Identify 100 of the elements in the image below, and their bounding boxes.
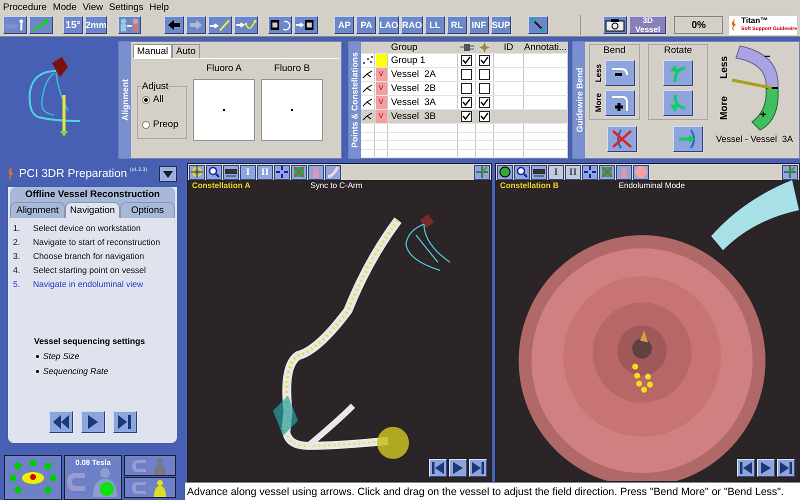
auto-patient-button[interactable] [3,16,27,34]
magnet-body-button[interactable] [124,477,176,498]
view-tool-button[interactable] [633,164,649,180]
checkbox[interactable] [479,83,490,94]
column-header[interactable]: Group [388,42,458,53]
connect-button[interactable] [528,16,548,34]
checkbox[interactable] [479,111,490,122]
view-button[interactable]: RAO [401,16,423,34]
step-item[interactable]: 3. Choose branch for navigation [13,251,172,261]
rewind-button[interactable] [48,411,72,433]
3d-vessel-button[interactable]: 3D Vessel [629,16,666,34]
zoom-button[interactable] [206,164,222,180]
play-button[interactable] [80,411,104,433]
view-tool-button[interactable] [274,164,290,180]
step-item[interactable]: 5. Navigate in endoluminal view [13,279,172,289]
skip-end-button[interactable] [777,459,795,477]
view-tool-button[interactable] [308,164,324,180]
checkbox[interactable] [479,55,490,66]
cancel-button[interactable] [607,126,637,152]
patient-transfer-button[interactable] [118,16,142,34]
view-tool-button[interactable] [616,164,632,180]
view-tool-button[interactable] [291,164,307,180]
view-button[interactable]: LAO [378,16,400,34]
tab[interactable]: Alignment [10,202,65,218]
bend-more-button[interactable] [605,90,635,116]
back-button[interactable] [164,16,184,34]
axis-button[interactable] [782,164,798,180]
tab[interactable]: Auto [172,44,200,58]
step-item[interactable]: 1. Select device on workstation [13,223,172,233]
checkbox[interactable] [461,69,472,80]
sync-c-arm-button[interactable] [294,16,318,34]
view-tool-button[interactable]: I [548,164,564,180]
play-button[interactable] [757,459,775,477]
view-tool-button[interactable] [223,164,239,180]
arrow-button[interactable] [28,16,53,34]
column-header[interactable]: Annotati... [524,42,568,53]
tab[interactable]: Options [120,202,175,218]
menu-item[interactable]: Mode [52,2,77,12]
rotate-left-button[interactable] [663,60,693,86]
fluoro-view[interactable] [261,79,323,141]
view-button[interactable]: SUP [490,16,512,34]
fluoro-view[interactable] [193,79,255,141]
advance-wire-button[interactable] [208,16,232,34]
magnet-body-button[interactable] [124,455,176,476]
menu-item[interactable]: View [82,2,104,12]
view-tool-button[interactable] [582,164,598,180]
rewind-button[interactable] [737,459,755,477]
column-header[interactable]: ID [494,42,524,53]
advance-path-button[interactable] [234,16,258,34]
rotate-right-button[interactable] [663,90,693,116]
view-tool-button[interactable] [325,164,341,180]
setting-item[interactable]: Sequencing Rate [34,366,177,376]
checkbox[interactable] [479,97,490,108]
view-tool-button[interactable]: II [565,164,581,180]
view-button[interactable]: INF [468,16,489,34]
checkbox[interactable] [461,55,472,66]
skip-end-button[interactable] [469,459,487,477]
view-button[interactable]: PA [356,16,376,34]
menu-item[interactable]: Help [149,2,169,12]
cross-icon [611,129,633,149]
setting-item[interactable]: Step Size [34,351,177,361]
checkbox[interactable] [461,83,472,94]
angle-button[interactable]: 15° [62,16,83,34]
vessel-label: Vessel - Vessel 3A [716,134,794,144]
checkbox[interactable] [461,111,472,122]
magnet-layout-button[interactable] [4,455,62,500]
skip-end-icon [118,415,132,429]
view-tool-button[interactable] [189,164,205,180]
step-item[interactable]: 4. Select starting point on vessel [13,265,172,275]
menu-item[interactable]: Procedure [3,2,47,12]
axis-button[interactable] [474,164,490,180]
view-button[interactable]: AP [334,16,354,34]
rotate-c-arm-button[interactable] [268,16,292,34]
view-tool-button[interactable] [531,164,547,180]
group-title: Adjust [142,81,168,92]
table-row[interactable]: Group 1 [361,54,568,68]
camera-button[interactable] [603,16,628,34]
view-tool-button[interactable] [497,164,513,180]
view-button[interactable]: LL [424,16,445,34]
view-button[interactable]: RL [446,16,467,34]
checkbox[interactable] [461,97,472,108]
tab[interactable]: Manual [133,44,172,58]
play-button[interactable] [449,459,467,477]
straighten-button[interactable] [673,126,703,152]
dropdown-button[interactable] [159,166,177,182]
forward-button[interactable] [186,16,206,34]
search-icon [208,166,220,178]
step-button[interactable]: 2mm [84,16,108,34]
radio-option[interactable]: All [142,94,182,105]
tab[interactable]: Navigation [65,202,120,218]
step-item[interactable]: 2. Navigate to start of reconstruction [13,237,172,247]
radio-option[interactable]: Preop [142,119,182,130]
skip-end-button[interactable] [112,411,136,433]
bend-less-button[interactable] [605,60,635,86]
checkbox[interactable] [479,69,490,80]
view-tool-button[interactable] [599,164,615,180]
zoom-button[interactable] [514,164,530,180]
color-swatch[interactable] [376,54,386,67]
menu-item[interactable]: Settings [109,2,144,12]
rewind-button[interactable] [429,459,447,477]
